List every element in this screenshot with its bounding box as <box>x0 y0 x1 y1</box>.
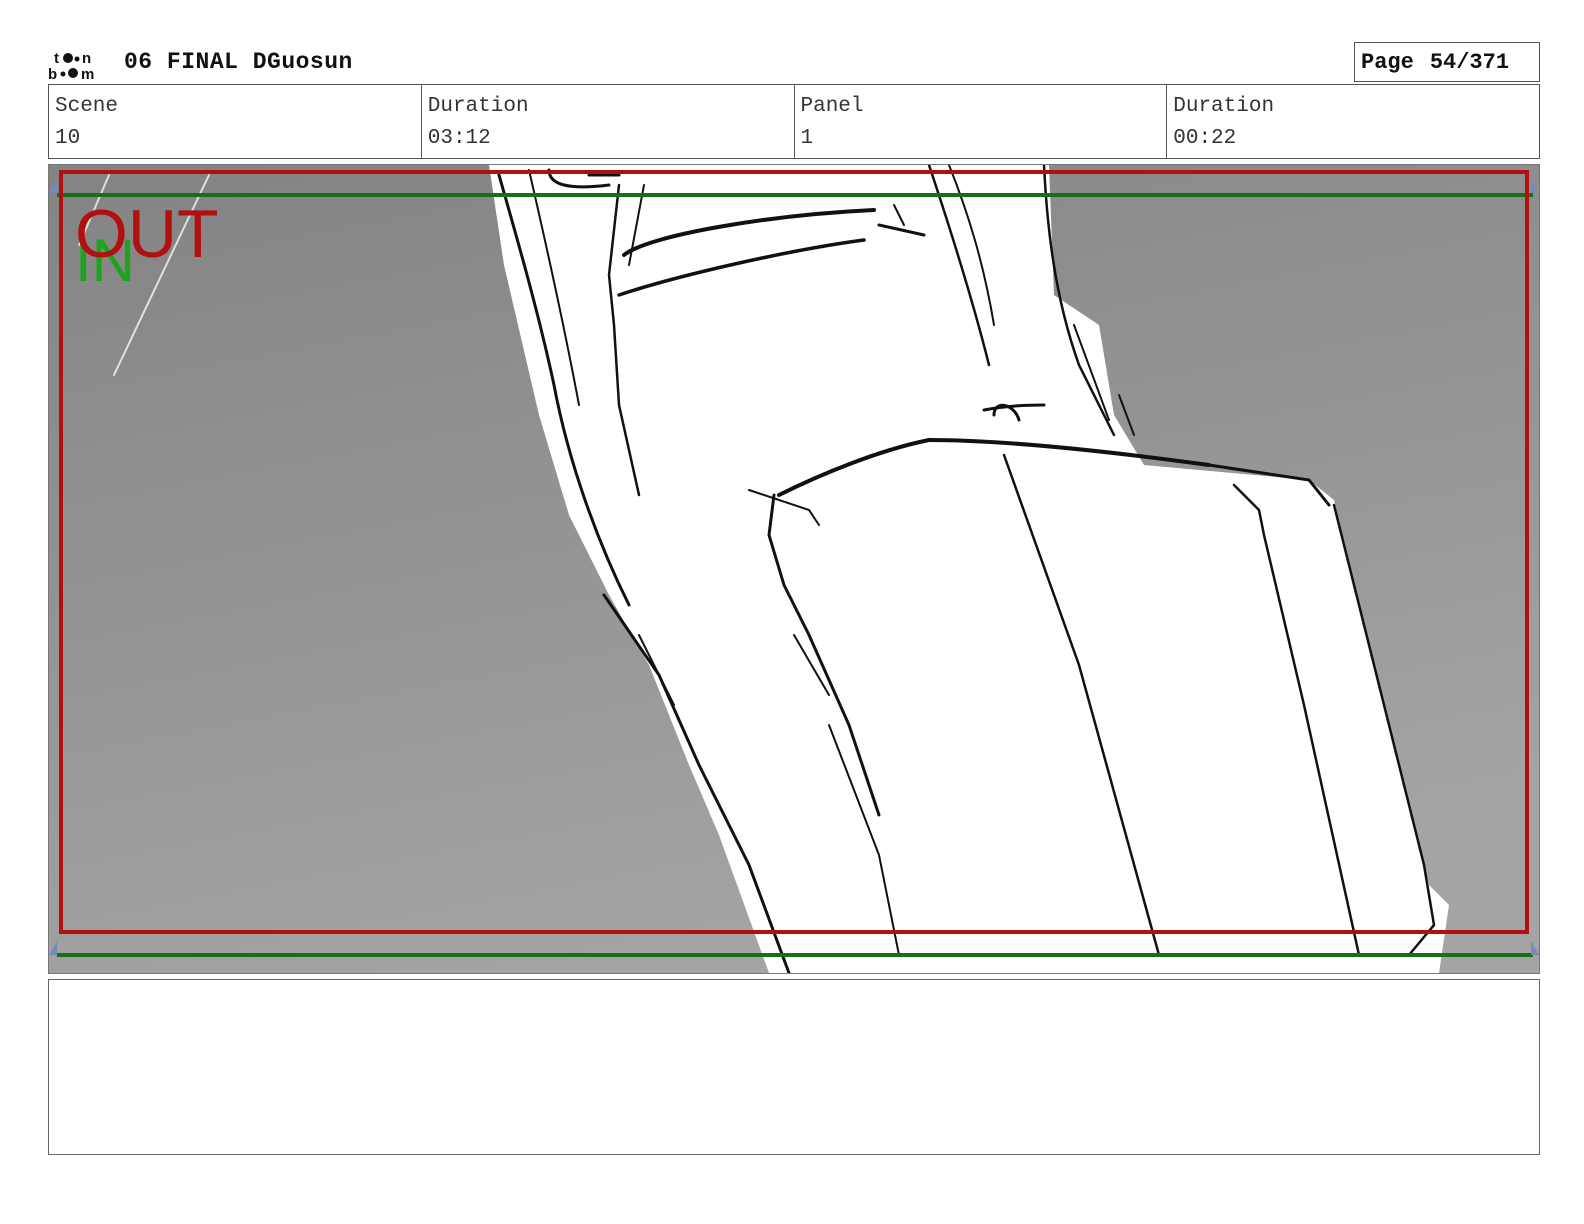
panel-cell: Panel 1 <box>795 85 1168 158</box>
panel-duration-value: 00:22 <box>1173 127 1237 150</box>
storyboard-panel: IN OUT <box>48 164 1540 974</box>
panel-drawing: IN OUT <box>49 165 1539 973</box>
svg-text:t: t <box>54 50 59 67</box>
panel-duration-label: Duration <box>1173 95 1275 118</box>
project-title: 06 FINAL DGuosun <box>124 49 353 75</box>
scene-label: Scene <box>55 95 119 118</box>
svg-text:n: n <box>82 50 91 67</box>
page-indicator: Page 54/371 <box>1354 42 1540 82</box>
svg-text:m: m <box>81 66 94 82</box>
svg-text:b: b <box>48 66 57 82</box>
out-label: OUT <box>75 196 219 272</box>
storyboard-header: t n b m 06 FINAL DGuosun Page 54/371 <box>48 42 1540 86</box>
panel-value: 1 <box>800 127 814 150</box>
scene-value: 10 <box>55 127 81 150</box>
scene-duration-value: 03:12 <box>427 127 491 150</box>
panel-duration-cell: Duration 00:22 <box>1167 85 1539 158</box>
scene-duration-cell: Duration 03:12 <box>422 85 795 158</box>
scene-cell: Scene 10 <box>49 85 422 158</box>
page-label: Page <box>1361 49 1414 75</box>
page-number: 54/371 <box>1429 49 1510 75</box>
panel-info-row: Scene 10 Duration 03:12 Panel 1 Duration… <box>48 84 1540 159</box>
scene-duration-label: Duration <box>427 95 529 118</box>
panel-notes-area <box>48 979 1540 1155</box>
panel-label: Panel <box>800 95 864 118</box>
toon-boom-logo: t n b m <box>48 50 94 82</box>
